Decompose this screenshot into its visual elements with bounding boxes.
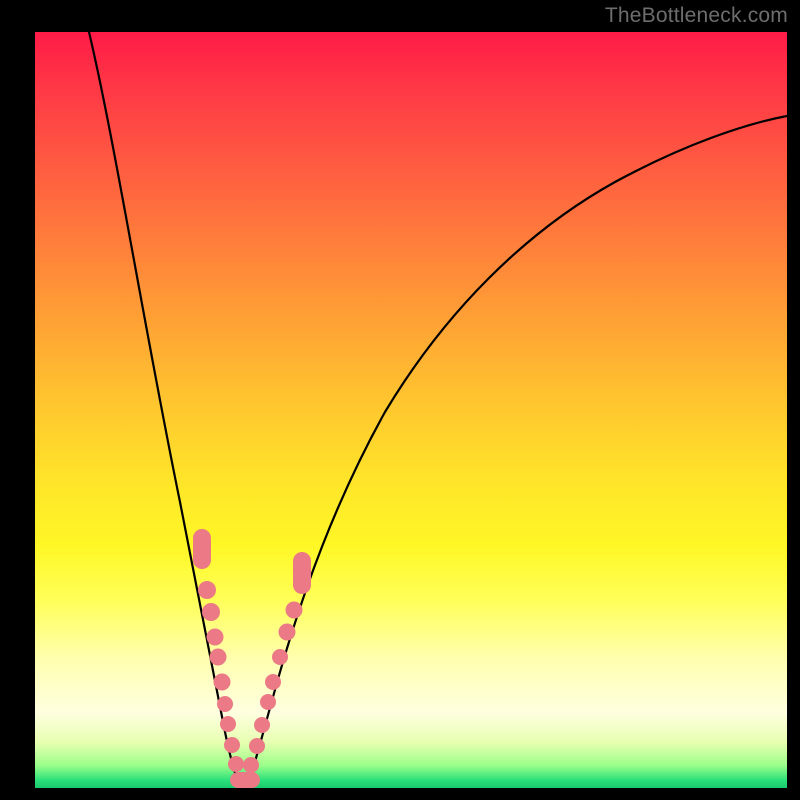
curve-layer: [35, 32, 787, 788]
watermark-text: TheBottleneck.com: [605, 4, 788, 28]
chart-frame: TheBottleneck.com: [0, 0, 800, 800]
right-branch-curve: [247, 116, 787, 787]
plot-area: [35, 32, 787, 788]
left-branch-curve: [89, 32, 241, 787]
markers-group: [193, 529, 311, 788]
